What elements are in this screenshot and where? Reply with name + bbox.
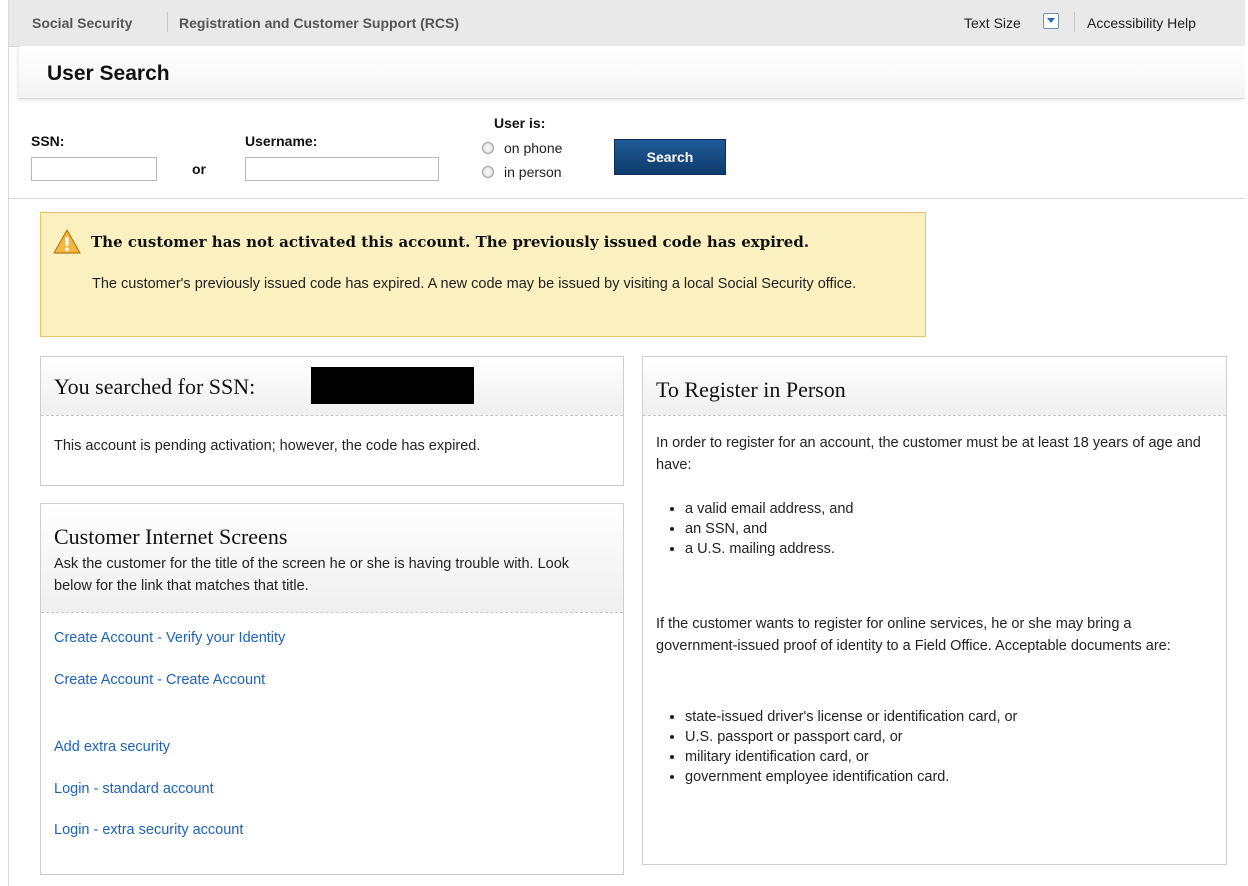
expired-code-alert: The customer has not activated this acco… (40, 212, 926, 337)
documents-intro: If the customer wants to register for on… (656, 616, 1171, 654)
screens-panel-heading: Customer Internet Screens (54, 524, 288, 549)
register-in-person-panel: To Register in Person In order to regist… (642, 356, 1227, 865)
user-is-label: User is: (494, 115, 546, 131)
search-button[interactable]: Search (614, 139, 726, 175)
search-divider (9, 198, 1245, 199)
warning-icon (53, 229, 81, 254)
username-input[interactable] (245, 157, 439, 181)
list-item: state-issued driver's license or identif… (685, 707, 1225, 727)
breadcrumb-separator (167, 12, 168, 32)
title-bar: User Search (19, 46, 1245, 99)
register-panel-header: To Register in Person (643, 357, 1226, 416)
ssn-panel-heading: You searched for SSN: (54, 374, 256, 399)
alert-title: The customer has not activated this acco… (91, 233, 810, 251)
list-item: military identification card, or (685, 747, 1225, 767)
in-person-label[interactable]: in person (504, 164, 562, 180)
or-label: or (192, 161, 206, 177)
on-phone-label[interactable]: on phone (504, 140, 562, 156)
username-label: Username: (245, 133, 318, 149)
register-intro: In order to register for an account, the… (656, 435, 1201, 473)
link-create-account[interactable]: Create Account - Create Account (54, 672, 265, 688)
list-item: a valid email address, and (685, 499, 1205, 519)
list-item: an SSN, and (685, 519, 1205, 539)
ssn-result-panel: You searched for SSN: This account is pe… (40, 356, 624, 486)
in-person-radio[interactable] (482, 166, 494, 178)
documents-list: state-issued driver's license or identif… (665, 707, 1225, 787)
alert-body: The customer's previously issued code ha… (92, 276, 857, 292)
breadcrumb-rcs[interactable]: Registration and Customer Support (RCS) (179, 15, 459, 31)
accessibility-help-link[interactable]: Accessibility Help (1087, 15, 1196, 31)
ssn-panel-header: You searched for SSN: (41, 357, 623, 416)
header-separator (1074, 12, 1075, 32)
on-phone-radio[interactable] (482, 142, 494, 154)
list-item: a U.S. mailing address. (685, 539, 1205, 559)
screens-panel-header: Customer Internet Screens Ask the custom… (41, 504, 623, 613)
ssn-panel-message: This account is pending activation; howe… (54, 438, 481, 454)
ssn-label: SSN: (31, 133, 65, 149)
screens-panel-description: Ask the customer for the title of the sc… (54, 556, 570, 594)
ssn-input[interactable] (31, 157, 157, 181)
page-title: User Search (47, 62, 170, 85)
link-add-extra-security[interactable]: Add extra security (54, 739, 170, 755)
breadcrumb-social-security[interactable]: Social Security (32, 15, 132, 31)
search-form: SSN: or Username: User is: on phone in p… (9, 98, 1245, 198)
text-size-label: Text Size (964, 15, 1021, 31)
list-item: government employee identification card. (685, 767, 1225, 787)
top-bar: Social Security Registration and Custome… (9, 0, 1245, 47)
link-login-standard[interactable]: Login - standard account (54, 781, 214, 797)
list-item: U.S. passport or passport card, or (685, 727, 1225, 747)
customer-screens-panel: Customer Internet Screens Ask the custom… (40, 503, 624, 875)
link-verify-identity[interactable]: Create Account - Verify your Identity (54, 630, 285, 646)
link-login-extra-security[interactable]: Login - extra security account (54, 822, 243, 838)
redacted-ssn (311, 367, 474, 404)
register-panel-heading: To Register in Person (656, 377, 846, 402)
requirements-list: a valid email address, and an SSN, and a… (665, 499, 1205, 559)
text-size-dropdown-icon[interactable] (1043, 13, 1059, 29)
page-frame: Social Security Registration and Custome… (8, 0, 1245, 886)
